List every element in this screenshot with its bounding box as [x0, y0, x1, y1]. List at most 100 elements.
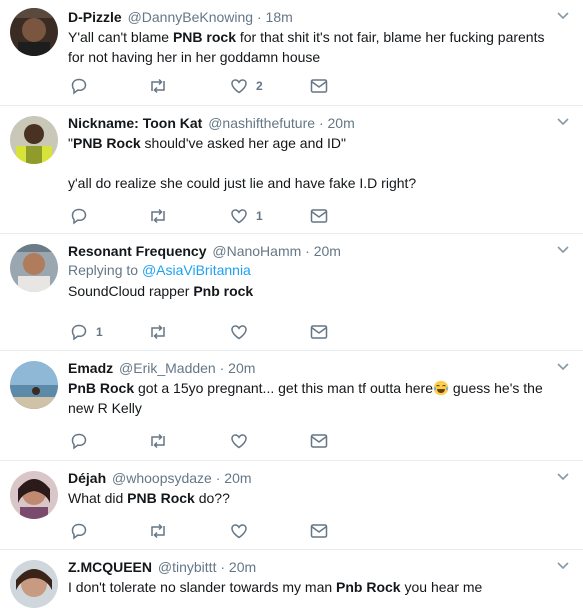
envelope-icon [310, 209, 328, 223]
tweet-header: Resonant Frequency @NanoHamm · 20m [68, 242, 549, 260]
highlight-text: PNB Rock [127, 490, 195, 506]
envelope-icon [310, 434, 328, 448]
heart-icon [231, 325, 247, 340]
timestamp[interactable]: 20m [224, 470, 251, 486]
separator-dot: · [215, 470, 221, 486]
tweet-header: Emadz @Erik_Madden · 20m [68, 359, 549, 377]
chevron-down-icon[interactable] [557, 118, 569, 126]
tweet-header: Z.MCQUEEN @tinybittt · 20m [68, 558, 549, 576]
tweet-actions: 1 [68, 206, 368, 226]
tweet-text: I don't tolerate no slander towards my m… [68, 577, 549, 597]
tweet-feed: D-Pizzle @DannyBeKnowing · 18m Y'all can… [0, 0, 583, 608]
chevron-down-icon[interactable] [557, 562, 569, 570]
retweet-button[interactable] [148, 206, 168, 226]
replying-to-link[interactable]: @AsiaViBritannia [142, 262, 251, 278]
tweet-item[interactable]: Resonant Frequency @NanoHamm · 20m Reply… [0, 234, 583, 351]
timestamp[interactable]: 18m [266, 9, 293, 25]
avatar[interactable] [10, 471, 58, 519]
display-name[interactable]: D-Pizzle [68, 9, 122, 25]
retweet-button[interactable] [148, 521, 168, 541]
chevron-down-icon[interactable] [557, 12, 569, 20]
direct-message-button[interactable] [310, 322, 328, 342]
avatar[interactable] [10, 8, 58, 56]
timestamp[interactable]: 20m [328, 115, 355, 131]
display-name[interactable]: Resonant Frequency [68, 243, 206, 259]
reply-button[interactable]: 1 [70, 322, 103, 342]
separator-dot: · [318, 115, 324, 131]
like-count: 2 [256, 79, 263, 93]
tweet-header: Déjah @whoopsydaze · 20m [68, 469, 549, 487]
like-button[interactable]: 2 [230, 76, 263, 96]
tweet-item[interactable]: Déjah @whoopsydaze · 20m What did PNB Ro… [0, 461, 583, 550]
tweet-text: "PNB Rock should've asked her age and ID… [68, 133, 549, 193]
like-button[interactable] [230, 431, 256, 451]
reply-count: 1 [96, 325, 103, 339]
reply-button[interactable] [70, 76, 96, 96]
user-handle[interactable]: @nashifthefuture [208, 115, 315, 131]
chevron-down-icon[interactable] [557, 363, 569, 371]
reply-button[interactable] [70, 431, 96, 451]
tweet-actions [68, 521, 368, 541]
replying-prefix: Replying to [68, 262, 142, 278]
tweet-item[interactable]: Emadz @Erik_Madden · 20m PnB Rock got a … [0, 351, 583, 461]
chevron-down-icon[interactable] [557, 473, 569, 481]
like-count: 1 [256, 209, 263, 223]
retweet-icon [151, 78, 165, 94]
retweet-button[interactable] [148, 76, 168, 96]
reply-button[interactable] [70, 521, 96, 541]
direct-message-button[interactable] [310, 431, 328, 451]
tweet-text: Y'all can't blame PNB rock for that shit… [68, 27, 549, 67]
like-button[interactable]: 1 [230, 206, 263, 226]
display-name[interactable]: Emadz [68, 360, 113, 376]
tweet-header: Nickname: Toon Kat @nashifthefuture · 20… [68, 114, 549, 132]
reply-icon [71, 208, 87, 225]
retweet-icon [151, 324, 165, 340]
like-button[interactable] [230, 521, 256, 541]
user-handle[interactable]: @DannyBeKnowing [128, 9, 254, 25]
tweet-content: Resonant Frequency @NanoHamm · 20m Reply… [68, 242, 549, 301]
tweet-item[interactable]: D-Pizzle @DannyBeKnowing · 18m Y'all can… [0, 0, 583, 106]
like-button[interactable] [230, 322, 256, 342]
reply-button[interactable] [70, 206, 96, 226]
tweet-content: Z.MCQUEEN @tinybittt · 20m I don't toler… [68, 558, 549, 597]
text-segment: you hear me [400, 579, 483, 595]
direct-message-button[interactable] [310, 206, 328, 226]
text-segment: got a 15yo pregnant... get this man tf o… [134, 380, 433, 396]
tweet-content: Déjah @whoopsydaze · 20m What did PNB Ro… [68, 469, 549, 508]
highlight-text: Pnb Rock [336, 579, 401, 595]
user-handle[interactable]: @tinybittt [158, 559, 217, 575]
heart-icon [231, 79, 247, 94]
text-segment: I don't tolerate no slander towards my m… [68, 579, 337, 595]
avatar[interactable] [10, 116, 58, 164]
user-handle[interactable]: @whoopsydaze [112, 470, 212, 486]
tweet-actions [68, 431, 368, 451]
text-segment: should've asked her age and ID" [140, 135, 347, 151]
chevron-down-icon[interactable] [557, 246, 569, 254]
retweet-button[interactable] [148, 431, 168, 451]
display-name[interactable]: Déjah [68, 470, 106, 486]
retweet-button[interactable] [148, 322, 168, 342]
avatar[interactable] [10, 560, 58, 608]
display-name[interactable]: Nickname: Toon Kat [68, 115, 202, 131]
timestamp[interactable]: 20m [314, 243, 341, 259]
avatar[interactable] [10, 244, 58, 292]
display-name[interactable]: Z.MCQUEEN [68, 559, 152, 575]
direct-message-button[interactable] [310, 76, 328, 96]
tweet-item[interactable]: Nickname: Toon Kat @nashifthefuture · 20… [0, 106, 583, 234]
highlight-text: PNB rock [172, 29, 236, 45]
user-handle[interactable]: @Erik_Madden [119, 360, 216, 376]
tweet-text: SoundCloud rapper Pnb rock [68, 281, 549, 301]
envelope-icon [310, 79, 328, 93]
tweet-item[interactable]: Z.MCQUEEN @tinybittt · 20m I don't toler… [0, 550, 583, 608]
separator-dot: · [220, 559, 226, 575]
timestamp[interactable]: 20m [228, 360, 255, 376]
direct-message-button[interactable] [310, 521, 328, 541]
timestamp[interactable]: 20m [229, 559, 256, 575]
avatar[interactable] [10, 361, 58, 409]
tweet-content: Emadz @Erik_Madden · 20m PnB Rock got a … [68, 359, 549, 418]
highlight-text: Pnb rock [193, 283, 254, 299]
user-handle[interactable]: @NanoHamm [212, 243, 301, 259]
highlight-text: PNB Rock [72, 135, 141, 151]
text-line: "PNB Rock should've asked her age and ID… [68, 133, 549, 153]
